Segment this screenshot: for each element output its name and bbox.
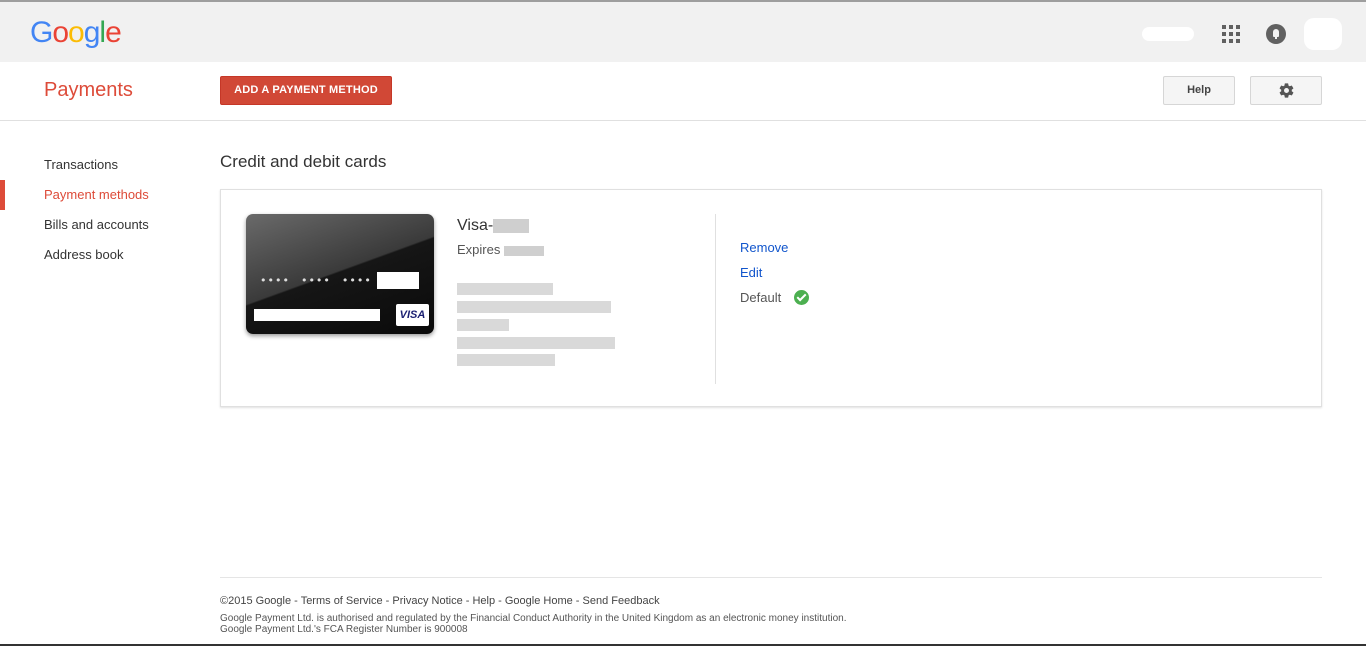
sidebar-item-bills-and-accounts[interactable]: Bills and accounts: [0, 210, 200, 240]
logo-letter: o: [52, 16, 69, 49]
billing-address-line-redacted: [457, 337, 615, 349]
add-payment-method-button[interactable]: ADD A PAYMENT METHOD: [220, 76, 392, 105]
apps-grid-icon[interactable]: [1222, 25, 1240, 43]
edit-link[interactable]: Edit: [740, 265, 762, 280]
footer-links: ©2015 Google - Terms of Service - Privac…: [220, 595, 660, 607]
top-bar: Google: [0, 0, 1366, 62]
footer-link-send-feedback[interactable]: Send Feedback: [583, 595, 660, 607]
gear-icon: [1279, 83, 1294, 98]
billing-address-line-redacted: [457, 283, 553, 295]
card-number-mask: •••• •••• ••••: [260, 274, 372, 287]
remove-link[interactable]: Remove: [740, 240, 788, 255]
sidebar-item-address-book[interactable]: Address book: [0, 240, 200, 270]
default-check-icon: [794, 290, 809, 305]
logo-letter: o: [68, 16, 85, 49]
expires-label: Expires: [457, 242, 501, 257]
payments-header: Payments ADD A PAYMENT METHOD Help: [0, 62, 1366, 121]
sidebar-item-transactions[interactable]: Transactions: [0, 150, 200, 180]
footer-copyright: ©2015 Google: [220, 595, 292, 607]
billing-address-line-redacted: [457, 319, 509, 331]
google-logo[interactable]: Google: [30, 16, 122, 50]
avatar[interactable]: [1304, 18, 1342, 50]
notifications-bell-icon[interactable]: [1266, 24, 1286, 44]
account-name-redacted[interactable]: [1142, 27, 1194, 41]
page-title[interactable]: Payments: [44, 79, 133, 102]
help-button[interactable]: Help: [1163, 76, 1235, 105]
footer-link-help[interactable]: Help: [472, 595, 495, 607]
logo-letter: e: [105, 16, 122, 49]
card-expiry: Expires: [457, 242, 544, 257]
sidebar-nav: Transactions Payment methods Bills and a…: [0, 150, 200, 270]
payment-card-panel: •••• •••• •••• VISA Visa- Expires Remove E…: [220, 189, 1322, 407]
footer-regulatory-text: Google Payment Ltd. is authorised and re…: [220, 613, 847, 624]
billing-address-line-redacted: [457, 301, 611, 313]
card-last-digits-redacted: [377, 272, 419, 289]
billing-address-line-redacted: [457, 354, 555, 366]
footer-link-terms[interactable]: Terms of Service: [301, 595, 383, 607]
card-name-prefix: Visa-: [457, 217, 494, 234]
sidebar-item-payment-methods[interactable]: Payment methods: [0, 180, 200, 210]
logo-letter: G: [30, 16, 53, 49]
expiry-redacted: [503, 245, 544, 256]
default-label: Default: [740, 290, 782, 305]
card-name: Visa-: [457, 217, 530, 235]
footer-link-google-home[interactable]: Google Home: [505, 595, 573, 607]
visa-logo: VISA: [396, 304, 429, 326]
footer-register-number: Google Payment Ltd.'s FCA Register Numbe…: [220, 624, 468, 635]
card-image: •••• •••• •••• VISA: [246, 214, 434, 334]
footer: ©2015 Google - Terms of Service - Privac…: [220, 577, 1322, 635]
settings-button[interactable]: [1250, 76, 1322, 105]
section-title: Credit and debit cards: [220, 152, 387, 171]
footer-link-privacy[interactable]: Privacy Notice: [392, 595, 462, 607]
vertical-divider: [715, 214, 716, 384]
card-digits-redacted: [493, 218, 530, 233]
card-holder-redacted: [254, 309, 380, 321]
logo-letter: g: [83, 16, 101, 49]
